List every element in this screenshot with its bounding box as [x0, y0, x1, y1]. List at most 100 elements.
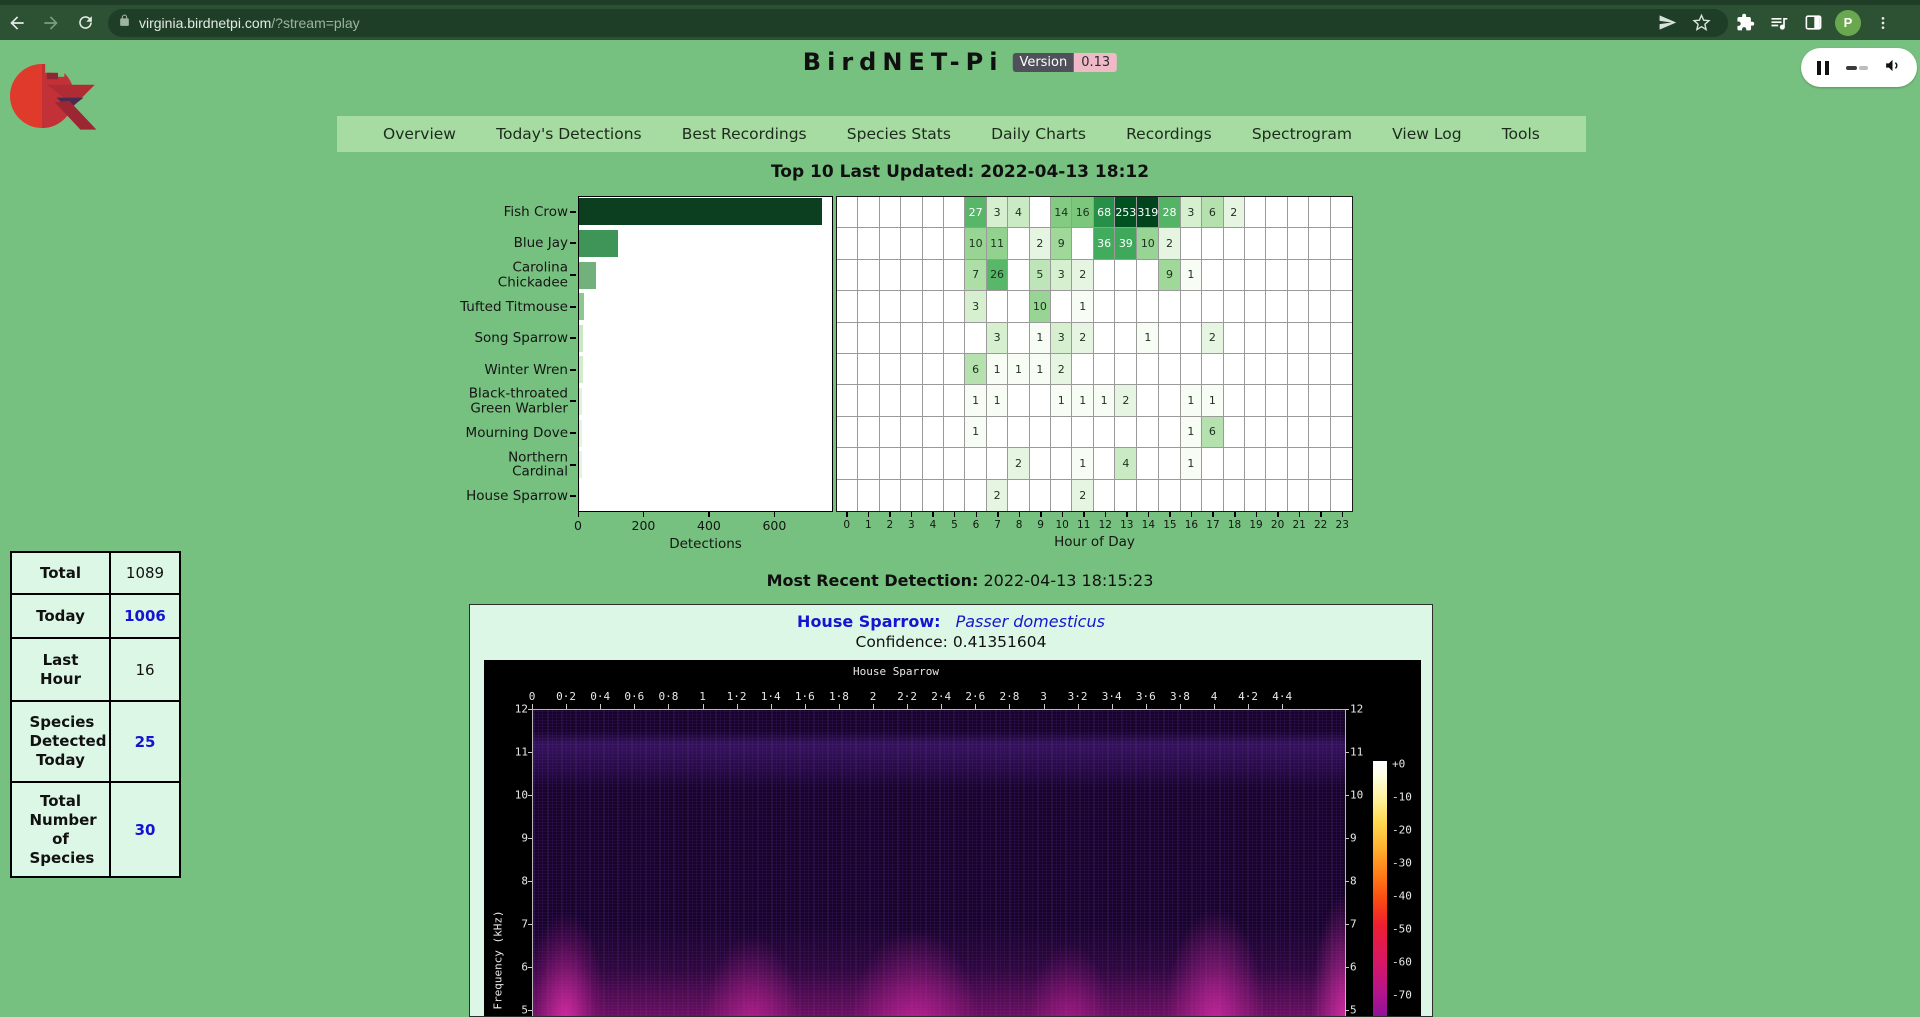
heatmap-cell	[1224, 260, 1245, 291]
heatmap-cell	[1288, 291, 1309, 322]
heatmap-axis-tick-label: 13	[1120, 519, 1133, 531]
heatmap-cell: 3	[1051, 260, 1072, 291]
bar-axis-tick	[578, 512, 580, 517]
heatmap-cell	[1159, 480, 1180, 511]
heatmap-axis-tick-label: 1	[865, 519, 872, 531]
nav-item-today-s-detections[interactable]: Today's Detections	[496, 125, 641, 143]
detection-confidence-line: Confidence: 0.41351604	[470, 633, 1432, 651]
spectrogram-time-tick	[771, 704, 772, 709]
heatmap-cell	[1224, 228, 1245, 259]
heatmap-cell	[1094, 323, 1115, 354]
species-common-name: House Sparrow:	[797, 612, 940, 631]
heatmap-cell	[1224, 291, 1245, 322]
spectrogram-freq-tick-right	[1345, 881, 1349, 882]
heatmap-cell	[1159, 417, 1180, 448]
heatmap-axis-tick-label: 12	[1099, 519, 1112, 531]
heatmap-cell: 3	[987, 323, 1008, 354]
nav-item-daily-charts[interactable]: Daily Charts	[991, 125, 1086, 143]
nav-item-overview[interactable]: Overview	[383, 125, 456, 143]
heatmap-cell	[901, 480, 922, 511]
bookmark-star-icon[interactable]	[1684, 8, 1718, 38]
heatmap-cell	[1094, 260, 1115, 291]
profile-avatar[interactable]: P	[1835, 10, 1861, 36]
heatmap-cell	[944, 228, 965, 259]
send-icon[interactable]	[1650, 8, 1684, 38]
heatmap-cell: 11	[987, 228, 1008, 259]
heatmap-axis-tick	[1019, 512, 1021, 517]
heatmap-cell	[1030, 480, 1051, 511]
category-tick	[570, 306, 576, 308]
chart-heading: Top 10 Last Updated: 2022-04-13 18:12	[0, 162, 1920, 182]
pause-icon[interactable]	[1817, 61, 1829, 75]
heatmap-cell	[837, 228, 858, 259]
heatmap-cell: 4	[1008, 197, 1029, 228]
colorbar-tick-label: +0	[1392, 758, 1405, 771]
heatmap-cell	[944, 291, 965, 322]
heatmap-cell	[1115, 480, 1137, 511]
heatmap-cell	[1202, 260, 1223, 291]
nav-item-recordings[interactable]: Recordings	[1126, 125, 1212, 143]
nav-item-tools[interactable]: Tools	[1502, 125, 1540, 143]
nav-item-species-stats[interactable]: Species Stats	[847, 125, 951, 143]
reload-icon[interactable]	[68, 8, 102, 38]
heatmap-cell	[901, 448, 922, 479]
heatmap-axis-tick-label: 17	[1206, 519, 1219, 531]
stats-label: Last Hour	[11, 638, 110, 701]
heatmap-axis-tick	[976, 512, 978, 517]
heatmap-cell	[1309, 417, 1330, 448]
heatmap-cell	[1245, 385, 1266, 416]
heatmap-cell: 9	[1159, 260, 1180, 291]
stats-value-link[interactable]: 25	[110, 701, 180, 782]
heatmap-cell	[965, 480, 986, 511]
heatmap-cell	[965, 323, 986, 354]
stats-value-link[interactable]: 30	[110, 782, 180, 877]
heatmap-cell	[1245, 291, 1266, 322]
heatmap-cell: 2	[1072, 260, 1093, 291]
heatmap-axis-tick	[1256, 512, 1258, 517]
stats-row: Last Hour16	[11, 638, 180, 701]
colorbar-tick-label: -60	[1392, 956, 1412, 969]
address-bar[interactable]: virginia.birdnetpi.com/?stream=play	[108, 9, 1728, 37]
heatmap-cell: 319	[1137, 197, 1159, 228]
spectrogram-freq-tick-label: 12	[502, 703, 528, 716]
bar-category-label: House Sparrow	[466, 489, 568, 504]
stats-value-link[interactable]: 1006	[110, 594, 180, 638]
heatmap-cell	[880, 323, 901, 354]
playlist-icon[interactable]	[1762, 8, 1796, 38]
audio-player[interactable]	[1801, 48, 1917, 87]
heatmap-cell	[1008, 480, 1029, 511]
heatmap-axis-tick	[1105, 512, 1107, 517]
seek-bar[interactable]	[1846, 66, 1868, 70]
back-icon[interactable]	[0, 8, 34, 38]
heatmap-cell: 27	[965, 197, 986, 228]
heatmap-cell	[880, 291, 901, 322]
heatmap-cell	[1181, 291, 1202, 322]
speaker-icon[interactable]	[1884, 57, 1901, 78]
bar-category-label: Black-throatedGreen Warbler	[469, 387, 568, 416]
spectrogram-time-tick-label: 3·6	[1136, 690, 1156, 703]
spectrogram-freq-tick-right	[1345, 1010, 1349, 1011]
heatmap-axis-tick	[1191, 512, 1193, 517]
nav-item-best-recordings[interactable]: Best Recordings	[682, 125, 807, 143]
birdnetpi-logo	[10, 55, 98, 137]
nav-item-spectrogram[interactable]: Spectrogram	[1252, 125, 1352, 143]
heatmap-cell	[901, 228, 922, 259]
heatmap-cell	[1266, 385, 1287, 416]
forward-icon[interactable]	[34, 8, 68, 38]
stats-row: Species Detected Today25	[11, 701, 180, 782]
menu-icon[interactable]	[1866, 8, 1900, 38]
heatmap-cell	[880, 448, 901, 479]
heatmap-cell: 1	[1202, 385, 1223, 416]
nav-item-view-log[interactable]: View Log	[1392, 125, 1461, 143]
heatmap-cell	[1202, 291, 1223, 322]
heatmap-cell	[858, 291, 879, 322]
stats-label: Today	[11, 594, 110, 638]
category-tick	[570, 274, 576, 276]
colorbar-tick-label: -50	[1392, 923, 1412, 936]
heatmap-cell	[858, 260, 879, 291]
sidebar-icon[interactable]	[1796, 8, 1830, 38]
spectrogram-time-tick	[1078, 704, 1079, 709]
heatmap-cell	[1245, 260, 1266, 291]
heatmap-cell	[858, 448, 879, 479]
extensions-icon[interactable]	[1728, 8, 1762, 38]
